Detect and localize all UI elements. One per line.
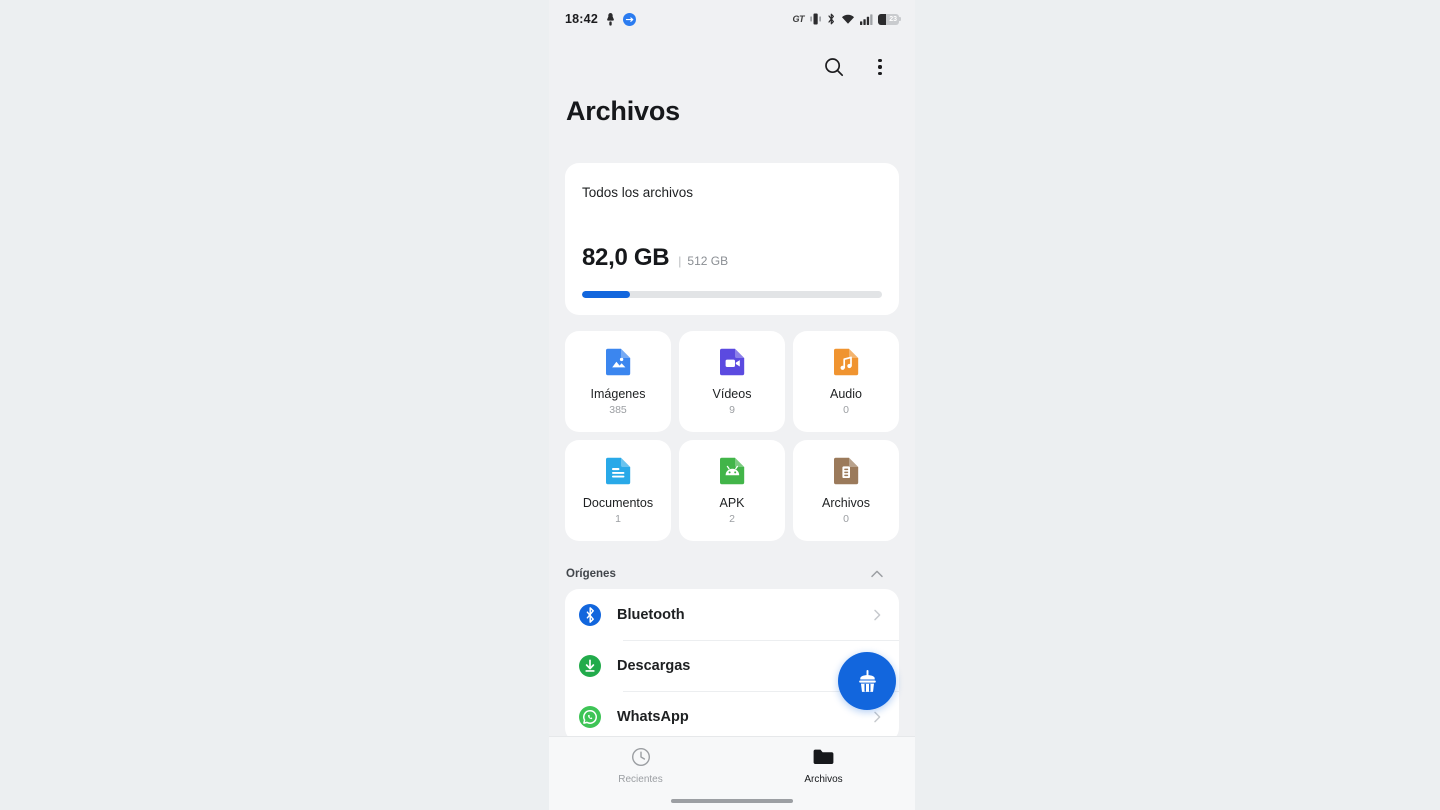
wifi-icon — [842, 14, 854, 24]
phone-viewport: 18:42 GT 23 Archivos Todos los archivos … — [549, 0, 915, 810]
download-badge-icon — [607, 12, 614, 26]
category-tile-apk[interactable]: APK 2 — [679, 440, 785, 541]
clock-icon — [630, 746, 652, 768]
status-bar-left: 18:42 — [565, 12, 636, 26]
battery-icon: 23 — [878, 13, 901, 25]
storage-card-title: Todos los archivos — [582, 185, 694, 200]
category-tile-label: Archivos — [822, 495, 870, 510]
folder-icon — [812, 746, 835, 768]
bluetooth-icon — [828, 13, 834, 25]
document-file-icon — [603, 457, 633, 487]
category-tile-imgenes[interactable]: Imágenes 385 — [565, 331, 671, 432]
blue-circle-badge-icon — [622, 12, 636, 26]
chevron-up-icon[interactable] — [869, 566, 885, 582]
image-file-icon — [603, 348, 633, 378]
bottom-nav-label-recientes: Recientes — [618, 774, 663, 785]
broom-cleaner-icon — [858, 669, 876, 692]
status-bar-right: GT 23 — [792, 13, 901, 25]
category-tile-label: Vídeos — [712, 386, 752, 401]
category-tile-grid: Imágenes 385 Vídeos 9 Audio 0 Documentos 1 APK 2 A… — [565, 331, 899, 541]
bluetooth-source-icon — [579, 603, 601, 626]
bottom-nav-item-archivos[interactable]: Archivos — [732, 737, 915, 785]
bottom-navigation-bar: Recientes Archivos — [549, 736, 915, 810]
audio-file-icon — [831, 348, 861, 378]
search-button[interactable] — [821, 54, 847, 80]
storage-summary-card[interactable]: Todos los archivos 82,0 GB | 512 GB — [565, 163, 899, 315]
screen-root: 18:42 GT 23 Archivos Todos los archivos … — [0, 0, 1440, 810]
signal-icon — [860, 13, 873, 25]
category-tile-documentos[interactable]: Documentos 1 — [565, 440, 671, 541]
category-tile-label: Audio — [830, 386, 862, 401]
origins-section-header[interactable]: Orígenes — [565, 559, 899, 589]
category-tile-count: 9 — [729, 403, 735, 416]
vibrate-icon — [810, 13, 821, 25]
category-tile-label: Documentos — [582, 495, 654, 510]
category-tile-archivos[interactable]: Archivos 0 — [793, 440, 899, 541]
more-options-icon — [878, 58, 882, 76]
category-tile-count: 385 — [609, 403, 627, 416]
chevron-right-icon[interactable] — [869, 709, 885, 725]
origin-row-label: Bluetooth — [617, 606, 685, 623]
storage-separator: | — [678, 254, 682, 268]
category-tile-count: 0 — [843, 403, 849, 416]
category-tile-count: 1 — [615, 512, 621, 525]
archive-file-icon — [831, 457, 861, 487]
more-options-button[interactable] — [867, 54, 893, 80]
status-bar-clock: 18:42 — [565, 12, 598, 26]
downloads-source-icon — [579, 654, 601, 677]
category-tile-label: Imágenes — [590, 386, 646, 401]
android-apk-icon — [717, 457, 747, 487]
origin-row-label: WhatsApp — [617, 708, 689, 725]
origin-row-label: Descargas — [617, 657, 691, 674]
origins-section-title: Orígenes — [566, 568, 616, 580]
chevron-right-icon[interactable] — [869, 607, 885, 623]
status-bar: 18:42 GT 23 — [549, 0, 915, 38]
storage-total-value: 512 GB — [687, 254, 729, 268]
search-icon — [825, 58, 844, 77]
cleanup-fab-button[interactable] — [838, 652, 896, 710]
carrier-label: GT — [792, 14, 805, 24]
storage-progress-track — [582, 291, 882, 298]
storage-progress-fill — [582, 291, 630, 298]
home-indicator — [671, 799, 793, 803]
video-file-icon — [717, 348, 747, 378]
app-toolbar — [549, 44, 915, 90]
storage-used-value: 82,0 GB — [582, 244, 670, 271]
page-title: Archivos — [566, 96, 680, 126]
category-tile-audio[interactable]: Audio 0 — [793, 331, 899, 432]
category-tile-count: 0 — [843, 512, 849, 525]
category-tile-label: APK — [719, 495, 745, 510]
whatsapp-source-icon — [579, 705, 601, 728]
category-tile-vdeos[interactable]: Vídeos 9 — [679, 331, 785, 432]
storage-values-row: 82,0 GB | 512 GB — [582, 244, 882, 272]
bottom-nav-label-archivos: Archivos — [804, 774, 843, 785]
content-scroll-area[interactable]: Todos los archivos 82,0 GB | 512 GB Imág… — [549, 163, 915, 810]
category-tile-count: 2 — [729, 512, 735, 525]
battery-percent-label: 23 — [889, 15, 897, 23]
origin-row-bluetooth[interactable]: Bluetooth — [565, 589, 899, 640]
bottom-nav-item-recientes[interactable]: Recientes — [549, 737, 732, 785]
